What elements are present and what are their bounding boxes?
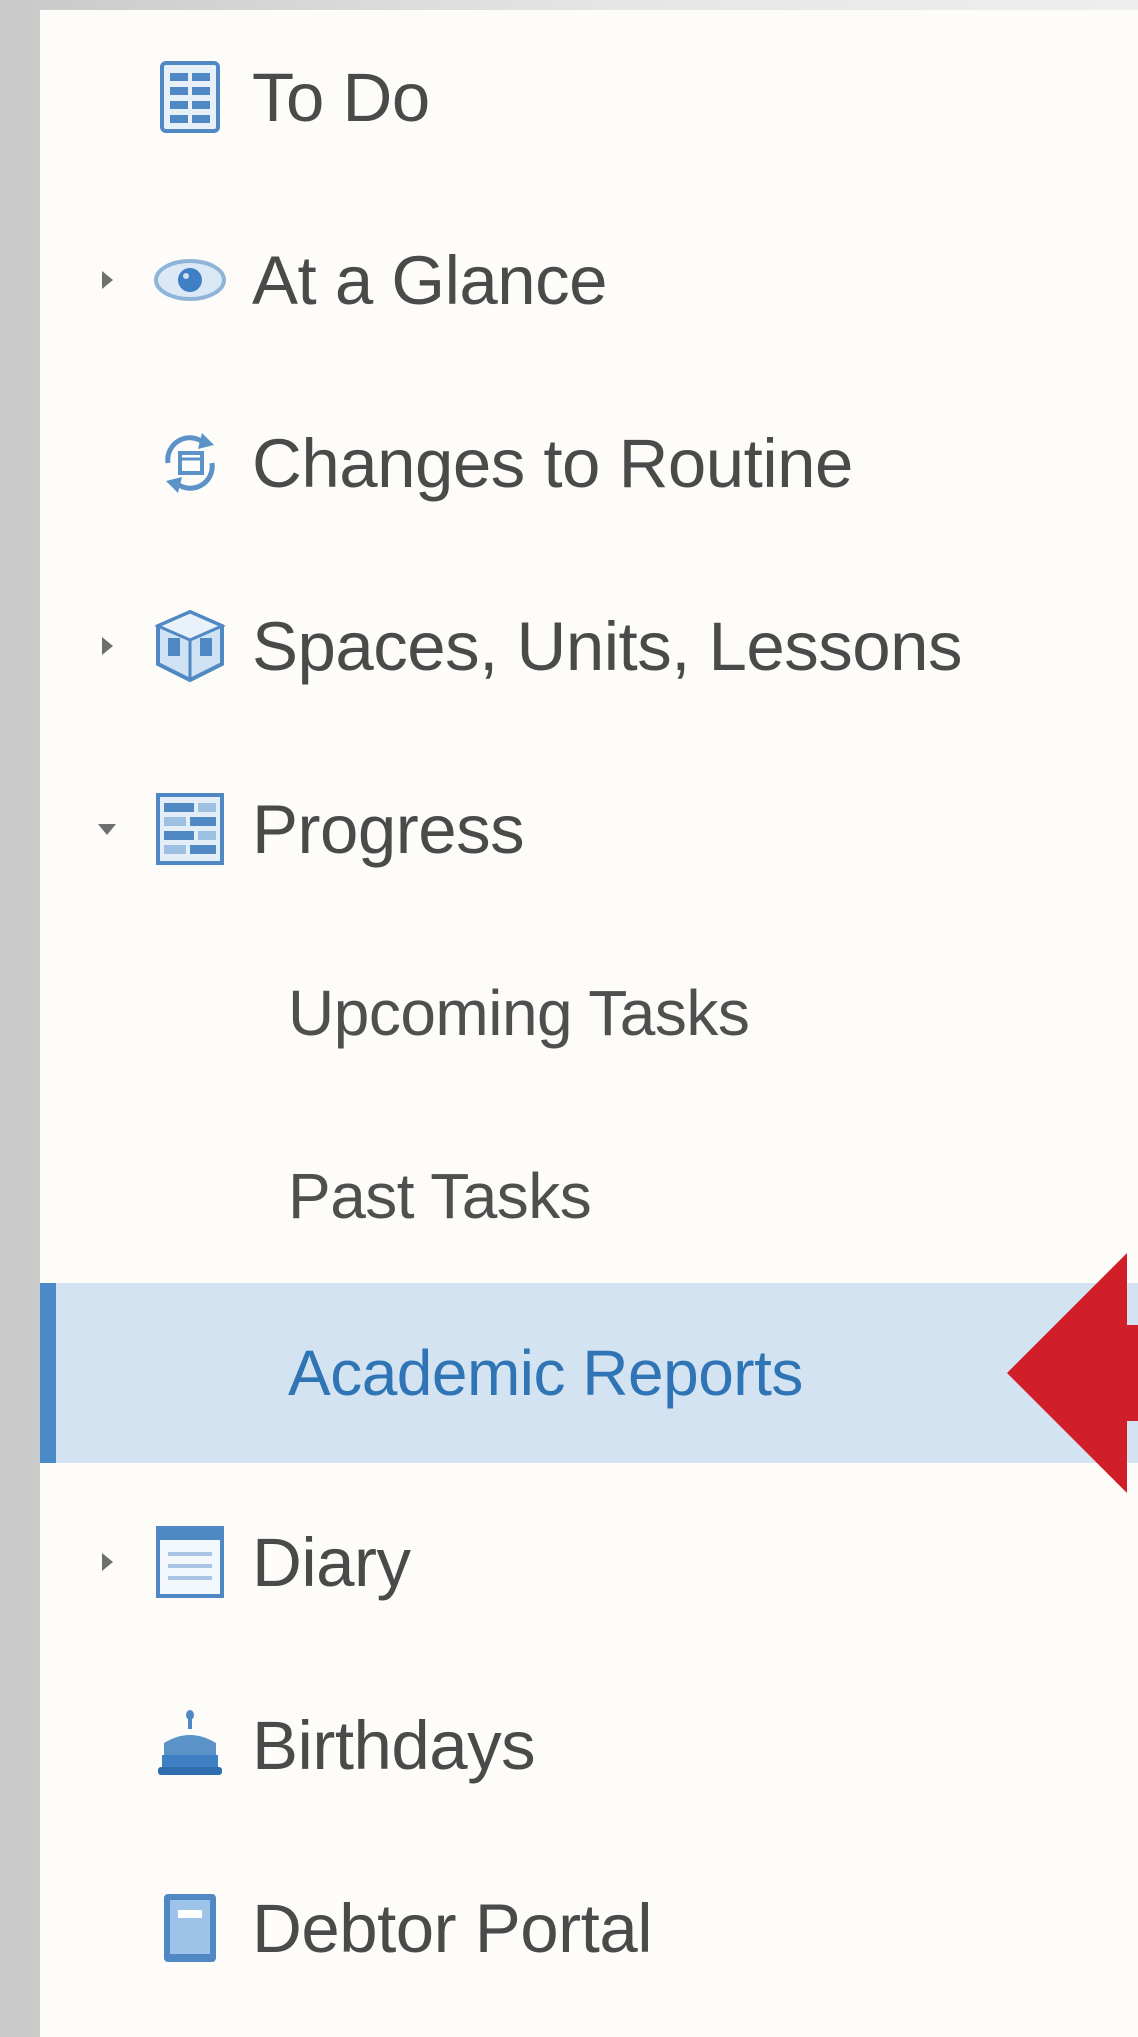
nav-item-changes-to-routine[interactable]: Changes to Routine [40,388,1138,538]
nav-item-label: Birthdays [252,1706,536,1784]
book-icon [152,1890,228,1966]
nav-item-at-a-glance[interactable]: At a Glance [40,205,1138,355]
cube-icon [152,608,228,684]
nav-item-label: Debtor Portal [252,1889,653,1967]
nav-item-label: At a Glance [252,241,608,319]
nav-item-spaces-units-lessons[interactable]: Spaces, Units, Lessons [40,571,1138,721]
nav-item-label: Spaces, Units, Lessons [252,607,963,685]
nav-item-label: To Do [252,58,430,136]
nav-subitem-label: Academic Reports [288,1337,803,1409]
diary-icon [152,1524,228,1600]
sidebar-nav: To Do At a Glance Changes to Routine Spa… [40,10,1138,2037]
eye-icon [152,242,228,318]
todo-list-icon [152,59,228,135]
nav-item-to-do[interactable]: To Do [40,22,1138,172]
nav-item-label: Progress [252,790,525,868]
nav-subitem-label: Past Tasks [288,1160,592,1232]
expand-caret-icon[interactable] [97,1542,117,1582]
nav-subitem-past-tasks[interactable]: Past Tasks [40,1121,1138,1271]
cake-icon [152,1707,228,1783]
nav-item-label: Changes to Routine [252,424,853,502]
rotate-icon [152,425,228,501]
nav-subitem-academic-reports[interactable]: Academic Reports [40,1283,1138,1463]
nav-item-progress[interactable]: Progress [40,754,1138,904]
expand-caret-icon[interactable] [97,626,117,666]
nav-item-diary[interactable]: Diary [40,1487,1138,1637]
red-pointer-arrow-icon [1007,1253,1138,1493]
collapse-caret-icon[interactable] [97,809,117,849]
nav-subitem-upcoming-tasks[interactable]: Upcoming Tasks [40,938,1138,1088]
expand-caret-icon[interactable] [97,260,117,300]
nav-item-birthdays[interactable]: Birthdays [40,1670,1138,1820]
nav-item-debtor-portal[interactable]: Debtor Portal [40,1853,1138,2003]
active-indicator-bar [40,1283,56,1463]
progress-grid-icon [152,791,228,867]
nav-subitem-label: Upcoming Tasks [288,977,750,1049]
nav-item-label: Diary [252,1523,411,1601]
